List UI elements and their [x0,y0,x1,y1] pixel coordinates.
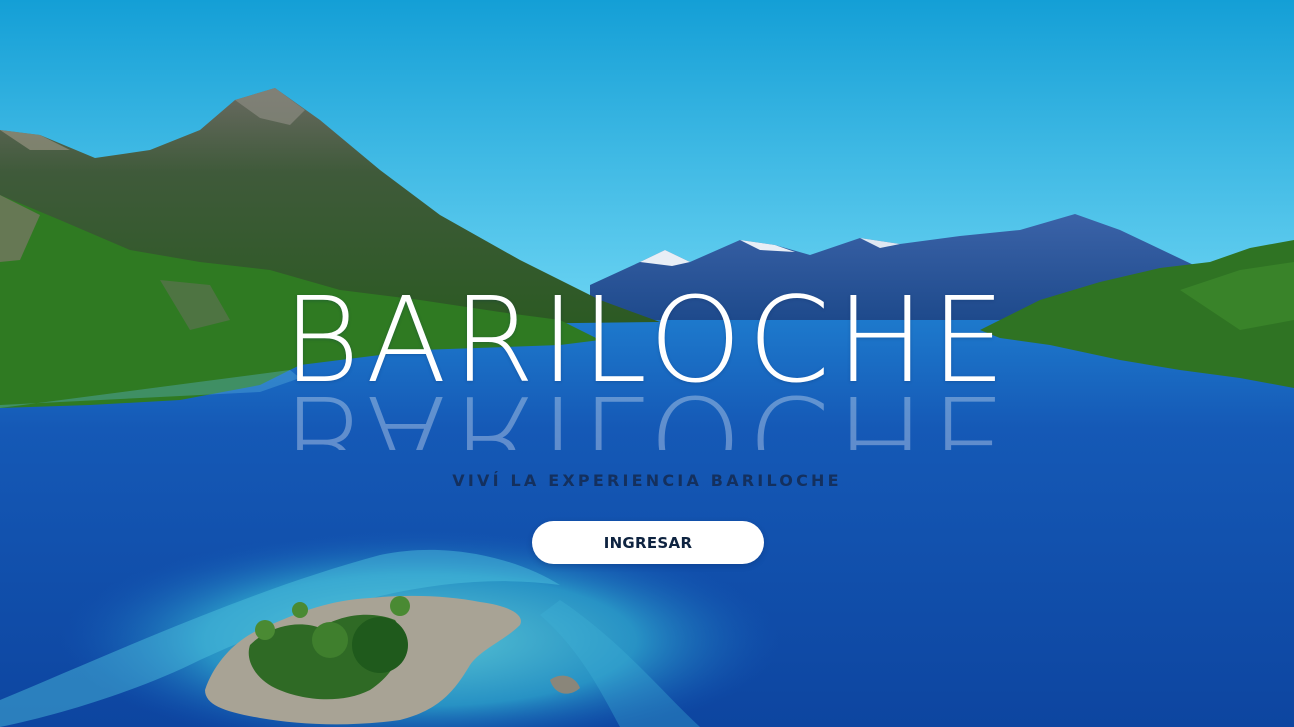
tagline: VIVÍ LA EXPERIENCIA BARILOCHE [452,471,842,490]
title-reflection-text: BARILOCHE [282,380,1012,450]
landing-page: BARILOCHE BARILOCHE VIVÍ LA EXPERIENCIA … [0,0,1294,727]
enter-button[interactable]: INGRESAR [532,521,764,564]
title-reflection: BARILOCHE [0,380,1294,450]
